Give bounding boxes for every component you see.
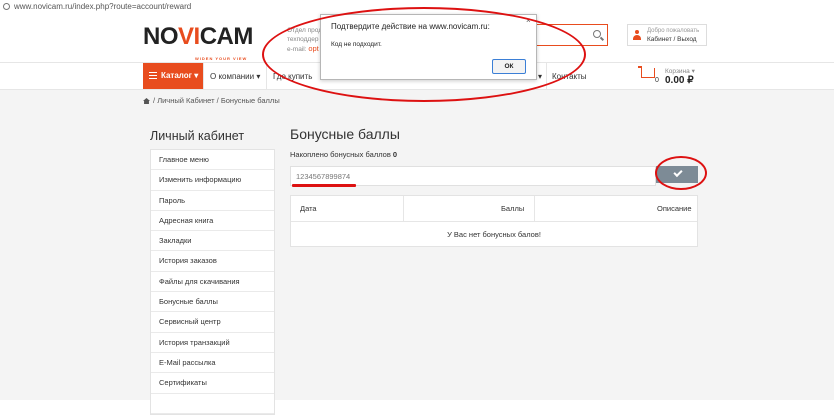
annotation-underline [292,184,356,187]
table-empty-message: У Вас нет бонусных балов! [447,230,541,239]
sidebar-item-password[interactable]: Пароль [151,191,274,211]
account-greeting: Добро пожаловать [647,28,700,34]
sidebar-item-certificates[interactable]: Сертификаты [151,373,274,394]
table-header: Дата Баллы Описание [291,196,697,222]
bonus-code-input[interactable] [290,166,656,186]
bonus-table: Дата Баллы Описание У Вас нет бонусных б… [290,195,698,247]
logo-text: NOVICAM [143,23,253,50]
annotation-circle-dialog [262,7,586,102]
sidebar-item-more[interactable] [151,394,274,414]
url-text[interactable]: www.novicam.ru/index.php?route=account/r… [14,2,191,11]
page-content: / Личный Кабинет / Бонусные баллы Личный… [0,90,834,415]
info-icon[interactable] [3,3,10,10]
sidebar-item-edit-info[interactable]: Изменить информацию [151,170,274,191]
breadcrumb-item-account[interactable]: Личный Кабинет [157,96,214,105]
menu-icon [149,72,157,79]
breadcrumb: / Личный Кабинет / Бонусные баллы [143,96,280,105]
cart-icon [638,66,655,78]
user-icon [633,30,641,40]
sidebar-item-main-menu[interactable]: Главное меню [151,150,274,171]
sidebar-item-transactions[interactable]: История транзакций [151,333,274,353]
nav-divider [203,63,204,89]
logo[interactable]: NOVICAM WIDEN YOUR VIEW [143,23,253,62]
breadcrumb-item-bonus[interactable]: Бонусные баллы [221,96,280,105]
catalog-label: Каталог [161,71,192,80]
column-description[interactable]: Описание [657,196,692,221]
catalog-button[interactable]: Каталог ▾ [143,63,203,89]
home-icon[interactable] [143,98,150,104]
column-date[interactable]: Дата [300,196,317,221]
cart-count: 0 [655,77,659,84]
accumulated-value: 0 [392,150,398,159]
account-links[interactable]: Кабинет / Выход [647,36,697,43]
sidebar-item-bonus-points[interactable]: Бонусные баллы [151,292,274,313]
sidebar-item-service-center[interactable]: Сервисный центр [151,312,274,333]
accumulated-label: Накоплено бонусных баллов [290,150,391,159]
cart-label: Корзина [665,68,690,75]
nav-item-about[interactable]: О компании ▾ [210,72,260,81]
sidebar-item-address-book[interactable]: Адресная книга [151,211,274,232]
sidebar-item-bookmarks[interactable]: Закладки [151,231,274,252]
sidebar-item-order-history[interactable]: История заказов [151,251,274,272]
accumulated-points: Накоплено бонусных баллов 0 [290,150,397,159]
sidebar-item-downloads[interactable]: Файлы для скачивания [151,272,274,293]
cart-total: 0.00 ₽ [665,75,694,86]
annotation-circle-button [655,156,707,190]
column-points[interactable]: Баллы [501,196,524,221]
account-sidebar: Главное меню Изменить информацию Пароль … [150,149,275,415]
search-icon[interactable] [593,30,601,38]
cart-widget[interactable]: 0 Корзина ▾ 0.00 ₽ [638,66,711,88]
sidebar-item-newsletter[interactable]: E-Mail рассылка [151,353,274,374]
account-box[interactable]: Добро пожаловать Кабинет / Выход [627,24,707,46]
sidebar-title: Личный кабинет [150,129,245,143]
page-title: Бонусные баллы [290,126,400,142]
